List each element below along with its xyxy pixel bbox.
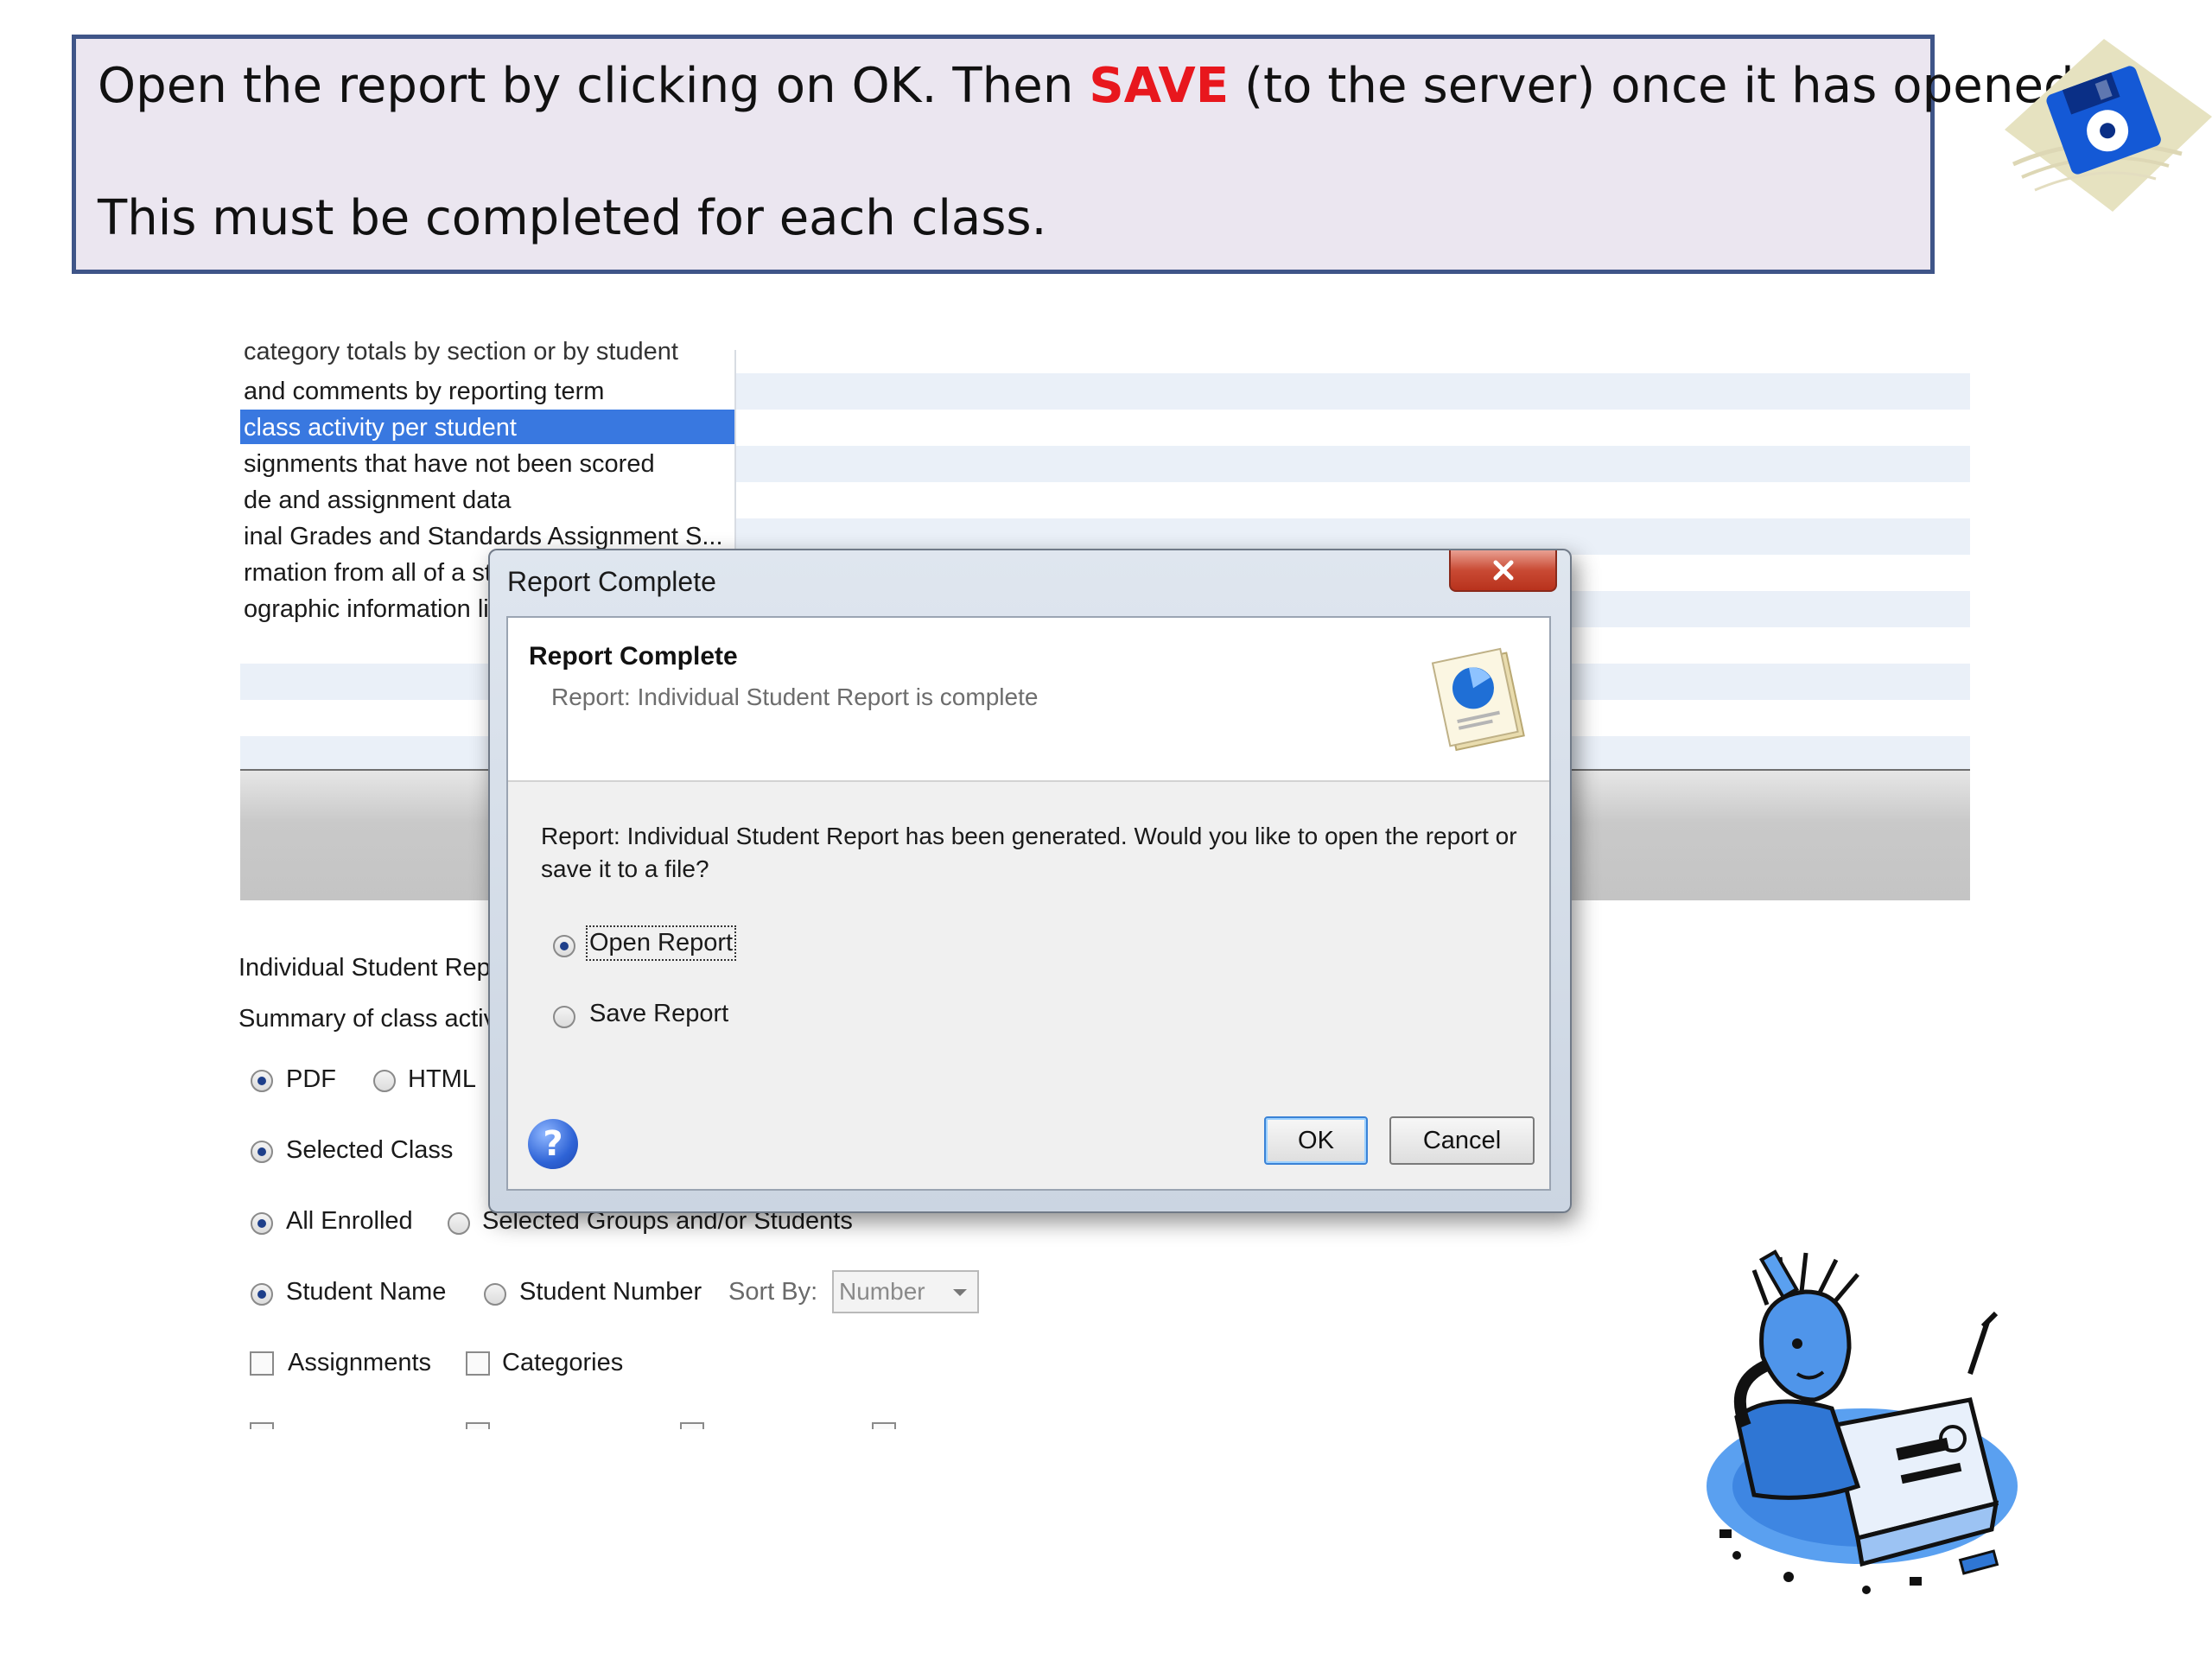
report-list-item[interactable]: signments that have not been scored bbox=[240, 446, 734, 482]
sort-student-number-radio[interactable] bbox=[484, 1283, 506, 1306]
dialog-header: Report Complete Report: Individual Stude… bbox=[508, 618, 1549, 782]
save-report-label[interactable]: Save Report bbox=[589, 1000, 728, 1028]
list-stripe bbox=[736, 373, 1970, 410]
close-icon bbox=[1493, 560, 1513, 581]
save-report-radio[interactable] bbox=[553, 1006, 575, 1028]
open-report-label[interactable]: Open Report bbox=[585, 925, 737, 961]
dialog-content: Report Complete Report: Individual Stude… bbox=[506, 616, 1551, 1191]
checkbox-partial[interactable] bbox=[250, 1422, 274, 1429]
sort-by-value: Number bbox=[839, 1278, 925, 1305]
categories-label: Categories bbox=[502, 1349, 624, 1376]
all-enrolled-label: All Enrolled bbox=[286, 1207, 413, 1235]
selected-class-label: Selected Class bbox=[286, 1136, 454, 1164]
dialog-subheading: Report: Individual Student Report is com… bbox=[551, 683, 1039, 710]
dialog-heading: Report Complete bbox=[529, 642, 738, 671]
student-number-label: Student Number bbox=[519, 1278, 702, 1306]
format-html-radio[interactable] bbox=[373, 1070, 396, 1092]
checkbox-partial[interactable] bbox=[872, 1422, 896, 1429]
dialog-title: Report Complete bbox=[507, 566, 716, 597]
ok-button[interactable]: OK bbox=[1264, 1116, 1368, 1165]
help-icon[interactable]: ? bbox=[528, 1119, 578, 1169]
report-complete-dialog: Report Complete Report Complete Report: … bbox=[488, 549, 1572, 1213]
format-html-label: HTML bbox=[408, 1065, 476, 1093]
format-pdf-radio[interactable] bbox=[251, 1070, 273, 1092]
cancel-button[interactable]: Cancel bbox=[1389, 1116, 1535, 1165]
student-name-label: Student Name bbox=[286, 1278, 447, 1306]
checkbox-partial[interactable] bbox=[466, 1422, 490, 1429]
all-enrolled-radio[interactable] bbox=[251, 1212, 273, 1235]
close-button[interactable] bbox=[1449, 550, 1557, 592]
sort-student-name-radio[interactable] bbox=[251, 1283, 273, 1306]
sort-by-label: Sort By: bbox=[728, 1278, 818, 1306]
list-stripe bbox=[736, 446, 1970, 482]
dialog-message: Report: Individual Student Report has be… bbox=[541, 823, 1517, 882]
open-report-radio[interactable] bbox=[553, 935, 575, 957]
selected-class-radio[interactable] bbox=[251, 1141, 273, 1163]
categories-checkbox[interactable] bbox=[466, 1351, 490, 1376]
frustrated-user-illustration bbox=[1685, 1244, 2031, 1607]
assignments-checkbox[interactable] bbox=[250, 1351, 274, 1376]
report-list-item[interactable]: category totals by section or by student bbox=[240, 339, 734, 368]
report-list-item[interactable]: de and assignment data bbox=[240, 482, 734, 518]
checkbox-partial[interactable] bbox=[680, 1422, 704, 1429]
format-pdf-label: PDF bbox=[286, 1065, 336, 1093]
report-description-label: Summary of class activ bbox=[238, 1005, 497, 1033]
report-list-item[interactable]: and comments by reporting term bbox=[240, 373, 734, 410]
report-document-icon bbox=[1424, 644, 1536, 756]
chevron-down-icon bbox=[953, 1289, 967, 1296]
report-list-item-selected[interactable]: class activity per student bbox=[240, 410, 734, 444]
selected-groups-radio[interactable] bbox=[448, 1212, 470, 1235]
assignments-label: Assignments bbox=[288, 1349, 432, 1376]
report-name-label: Individual Student Rep bbox=[238, 954, 491, 982]
sort-by-dropdown[interactable]: Number bbox=[832, 1270, 979, 1313]
